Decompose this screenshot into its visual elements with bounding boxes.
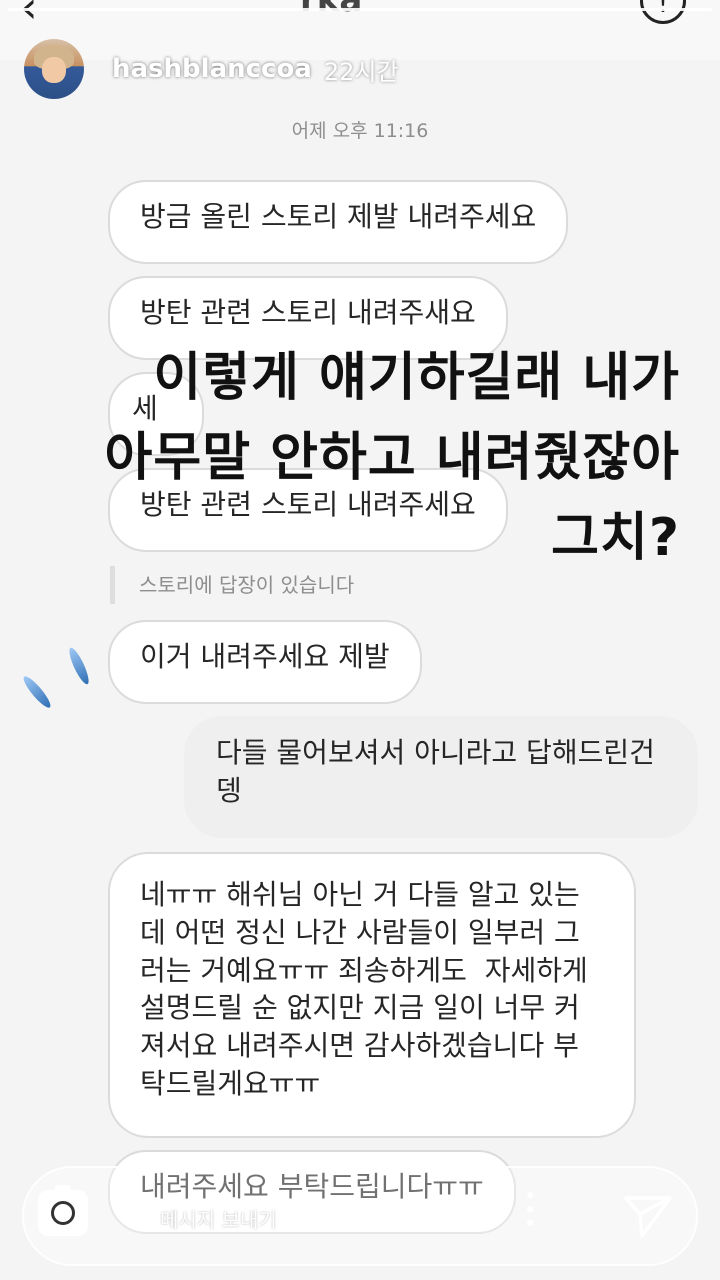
message-bubble: 이거 내려주세요 제발 [108,620,422,704]
story-progress-bar [8,8,712,11]
back-icon[interactable]: ‹ [20,0,38,33]
message-input[interactable]: 메시지 보내기 [160,1204,277,1233]
story-overlay-text: 이렇게 얘기하길래 내가 아무말 안하고 내려줬잖아 그치? [105,338,680,578]
info-icon[interactable]: ! [640,0,686,24]
camera-icon[interactable] [38,1185,88,1236]
overlay-line: 그치? [551,508,680,568]
message-bubble: 방금 올린 스토리 제발 내려주세요 [108,180,569,264]
avatar[interactable] [24,39,84,99]
more-icon[interactable] [524,1192,536,1242]
story-username[interactable]: hashblanccoa [112,54,312,84]
overlay-line: 아무말 안하고 내려줬잖아 [104,428,680,488]
story-time: 22시간 [323,57,399,86]
feather-sticker [20,673,54,711]
message-bubble: 네ㅠㅠ 해쉬님 아닌 거 다들 알고 있는 데 어떤 정신 나간 사람들이 일부… [108,852,636,1138]
overlay-line: 이렇게 얘기하길래 내가 [153,348,680,408]
reply-composer[interactable] [22,1166,698,1266]
feather-sticker [66,645,92,687]
my-message-bubble: 다들 물어보셔서 아니라고 답해드린건 뎅 [184,716,698,838]
send-icon[interactable] [622,1190,674,1242]
chat-date: 어제 오후 11:16 [291,120,429,142]
story-header: hashblanccoa 22시간 [24,38,399,100]
